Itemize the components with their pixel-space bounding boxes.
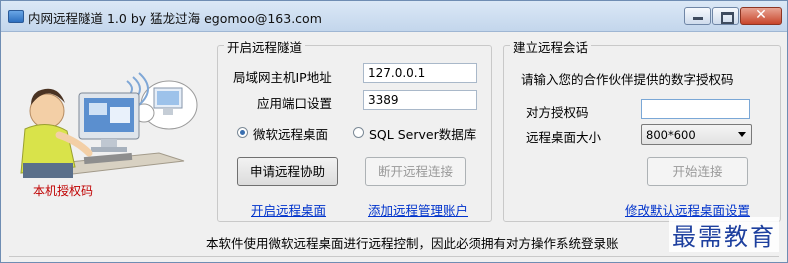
- desktop-size-value: 800*600: [646, 128, 696, 142]
- start-connection-button[interactable]: 开始连接: [647, 157, 748, 186]
- watermark-text: 最需教育: [669, 217, 779, 252]
- remote-user-illustration: [20, 72, 198, 178]
- minimize-icon: [693, 17, 703, 20]
- minimize-button[interactable]: [684, 7, 711, 25]
- lan-ip-label: 局域网主机IP地址: [233, 70, 332, 85]
- chevron-down-icon: [738, 132, 746, 137]
- lan-ip-field[interactable]: 127.0.0.1: [363, 63, 477, 83]
- close-button[interactable]: ✕: [740, 7, 782, 25]
- request-assistance-button[interactable]: 申请远程协助: [237, 157, 338, 186]
- peer-auth-code-label: 对方授权码: [526, 105, 589, 120]
- port-label: 应用端口设置: [257, 96, 333, 111]
- add-remote-account-link[interactable]: 添加远程管理账户: [368, 200, 468, 219]
- app-icon: [8, 10, 24, 23]
- radio-remote-desktop-label[interactable]: 微软远程桌面: [253, 124, 328, 143]
- tunnel-group-title: 开启远程隧道: [224, 37, 306, 56]
- app-window: 内网远程隧道 1.0 by 猛龙过海 egomoo@163.com ✕ 本机授权…: [0, 0, 788, 263]
- desktop-size-label: 远程桌面大小: [526, 130, 602, 145]
- peer-auth-code-field[interactable]: [641, 99, 750, 119]
- close-icon: ✕: [755, 7, 767, 23]
- maximize-icon: [721, 12, 734, 24]
- footer-note: 本软件使用微软远程桌面进行远程控制，因此必须拥有对方操作系统登录账: [206, 236, 619, 251]
- disconnect-button[interactable]: 断开远程连接: [365, 157, 466, 186]
- title-bar[interactable]: 内网远程隧道 1.0 by 猛龙过海 egomoo@163.com ✕: [1, 1, 787, 32]
- maximize-button[interactable]: [712, 7, 739, 25]
- radio-sql-server[interactable]: [353, 127, 364, 138]
- local-auth-code-label: 本机授权码: [33, 184, 94, 198]
- bottom-divider: [9, 256, 779, 257]
- radio-sql-server-label[interactable]: SQL Server数据库: [369, 124, 476, 143]
- session-group-title: 建立远程会话: [510, 37, 592, 56]
- window-title: 内网远程隧道 1.0 by 猛龙过海 egomoo@163.com: [28, 11, 322, 26]
- radio-remote-desktop[interactable]: [237, 127, 248, 138]
- open-remote-desktop-link[interactable]: 开启远程桌面: [251, 200, 326, 219]
- session-prompt: 请输入您的合作伙伴提供的数字授权码: [521, 72, 734, 87]
- desktop-size-select[interactable]: 800*600: [641, 124, 752, 145]
- port-field[interactable]: 3389: [363, 90, 477, 110]
